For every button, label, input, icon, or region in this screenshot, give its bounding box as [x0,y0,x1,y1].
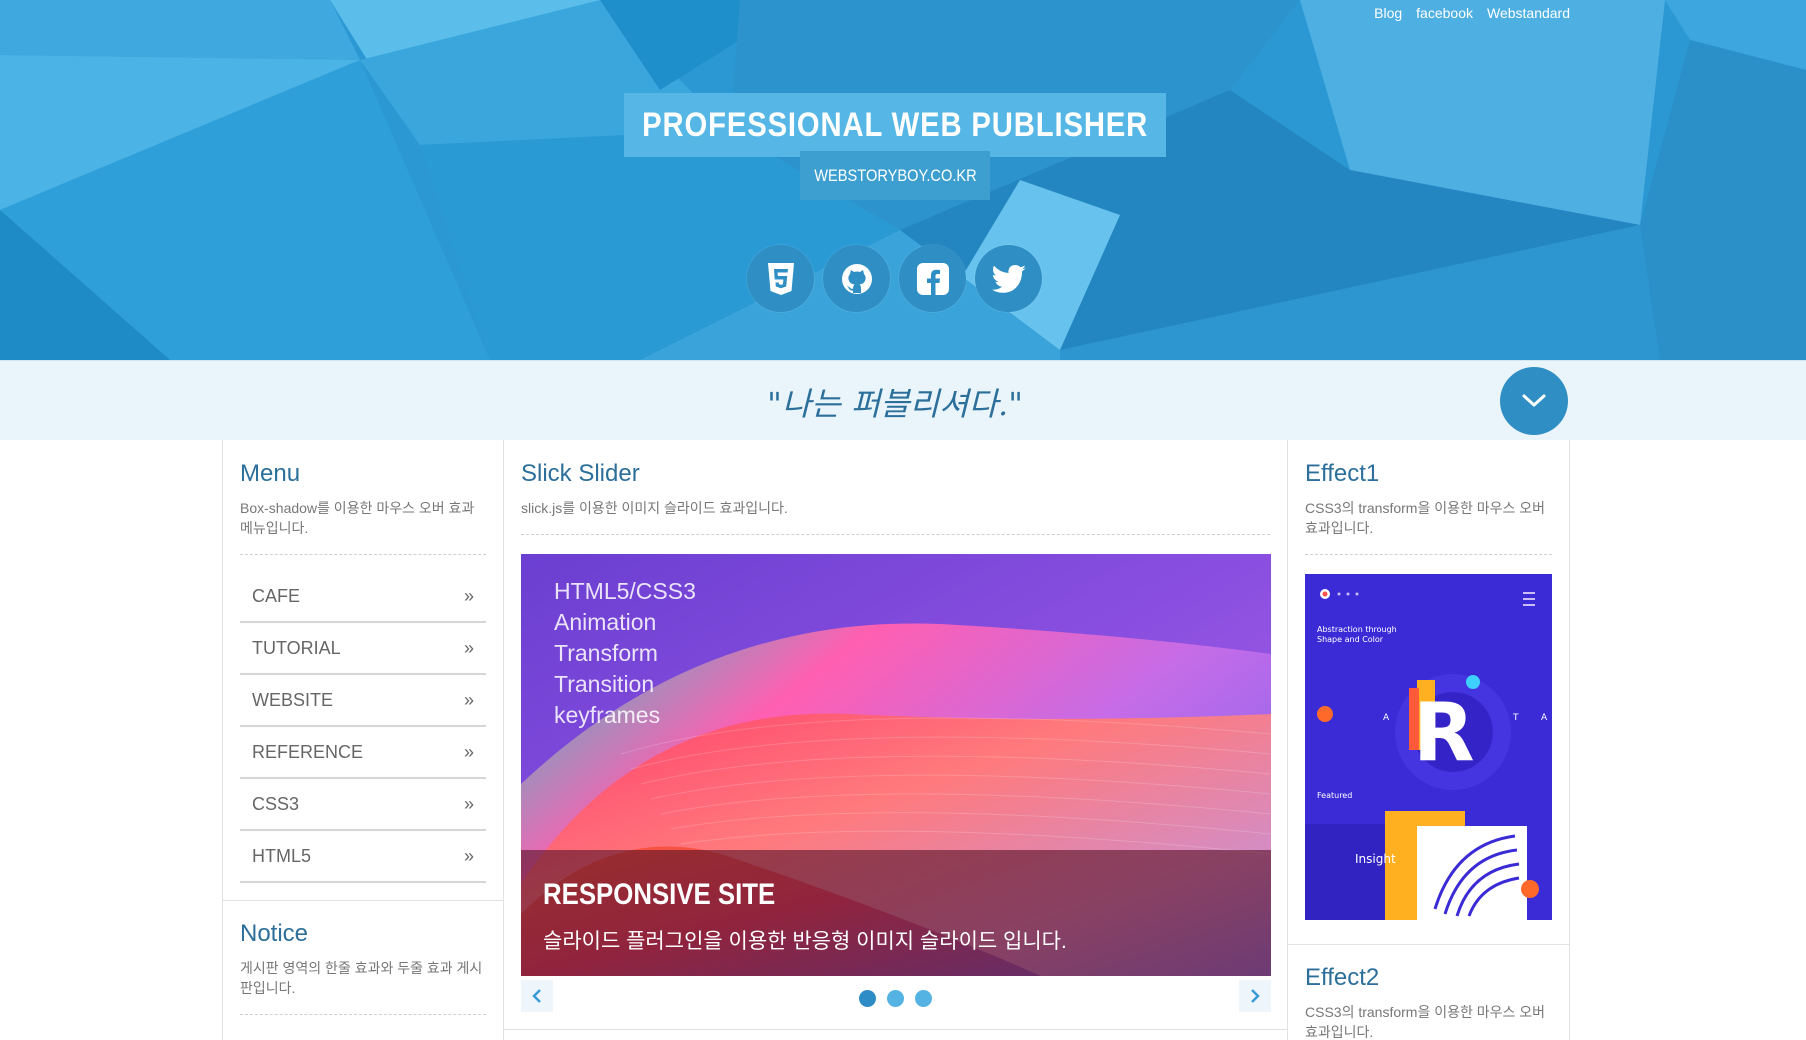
notice-title: Notice [240,920,309,947]
menu-item-label: WEBSITE [252,689,334,710]
menu-item-reference[interactable]: REFERENCE » [240,727,486,779]
menu-item-label: CAFE [252,585,301,606]
effect1-side-t: T [1512,713,1519,723]
section-divider [223,900,503,901]
slider-section: Slick Slider slick.js를 이용한 이미지 슬라이드 효과입니… [521,460,1270,535]
chevron-down-icon [1522,394,1546,407]
nav-link-webstandard[interactable]: Webstandard [1487,5,1570,21]
effect1-title: Effect1 [1305,460,1380,487]
slide-caption: RESPONSIVE SITE 슬라이드 플러그인을 이용한 반응형 이미지 슬… [521,850,1271,976]
double-chevron-right-icon: » [463,741,474,762]
double-chevron-right-icon: » [463,585,474,606]
menu-item-cafe[interactable]: CAFE » [240,571,486,623]
menu-title: Menu [240,460,301,487]
slider-description: slick.js를 이용한 이미지 슬라이드 효과입니다. [521,498,1270,535]
double-chevron-right-icon: » [463,793,474,814]
slide-caption-text: 슬라이드 플러그인을 이용한 반응형 이미지 슬라이드 입니다. [543,930,1067,953]
slide-line: HTML5/CSS3 [554,578,696,604]
effect1-section: Effect1 CSS3의 transform을 이용한 마우스 오버효과입니다… [1305,460,1552,555]
slider-next-button[interactable] [1239,980,1271,1012]
menu-item-website[interactable]: WEBSITE » [240,675,486,727]
section-divider [504,1029,1287,1030]
slider-dot-1[interactable] [859,990,876,1007]
github-icon[interactable] [823,245,890,312]
effect2-title: Effect2 [1305,964,1380,991]
slider-dot-3[interactable] [915,990,932,1007]
double-chevron-right-icon: » [463,637,474,658]
right-column: Effect1 CSS3의 transform을 이용한 마우스 오버효과입니다… [1287,440,1570,1040]
social-links [747,245,1042,312]
double-chevron-right-icon: » [463,689,474,710]
effect1-side-a-left: A [1383,713,1390,723]
slide-caption-title: RESPONSIVE SITE [543,878,776,911]
double-chevron-right-icon: » [463,845,474,866]
slider-dots [859,990,932,1007]
effect1-image[interactable]: Abstraction through Shape and Color Feat… [1305,574,1552,920]
menu-item-css3[interactable]: CSS3 » [240,779,486,831]
scroll-down-button[interactable] [1500,367,1568,435]
slide-line: Animation [554,609,657,635]
chevron-left-icon [532,989,541,1003]
effect1-letter: R [1413,686,1475,779]
left-column: Menu Box-shadow를 이용한 마우스 오버 효과 메뉴입니다. CA… [222,440,504,1040]
menu-item-html5[interactable]: HTML5 » [240,831,486,883]
menu-item-label: TUTORIAL [252,637,341,658]
effect1-artwork: Abstraction through Shape and Color Feat… [1305,574,1552,920]
notice-description: 게시판 영역의 한줄 효과와 두줄 효과 게시판입니다. [240,958,486,1015]
main-content: Menu Box-shadow를 이용한 마우스 오버 효과 메뉴입니다. CA… [222,440,1570,1040]
menu-description: Box-shadow를 이용한 마우스 오버 효과 메뉴입니다. [240,498,486,555]
menu-section: Menu Box-shadow를 이용한 마우스 오버 효과 메뉴입니다. CA… [240,460,486,883]
effect1-side-a-right: A [1541,713,1548,723]
chevron-right-icon [1251,989,1260,1003]
effect1-headline-1: Abstraction through [1317,625,1397,634]
site-header: Blog facebook Webstandard PROFESSIONAL W… [0,0,1806,360]
slide-line: keyframes [554,702,661,728]
nav-link-blog[interactable]: Blog [1374,5,1402,21]
effect1-featured: Featured [1317,791,1352,800]
site-subtitle: WEBSTORYBOY.CO.KR [813,165,977,185]
html5-icon[interactable] [747,245,814,312]
effect1-description: CSS3의 transform을 이용한 마우스 오버효과입니다. [1305,498,1552,555]
slider-title: Slick Slider [521,460,640,487]
menu-item-tutorial[interactable]: TUTORIAL » [240,623,486,675]
effect2-section: Effect2 CSS3의 transform을 이용한 마우스 오버효과입니다… [1305,964,1552,1040]
slide-overlay-text: HTML5/CSS3 Animation Transform Transitio… [554,576,696,731]
facebook-icon[interactable] [899,245,966,312]
top-nav: Blog facebook Webstandard [1374,5,1570,21]
menu-item-label: REFERENCE [252,741,364,762]
slide-line: Transition [554,671,655,697]
site-subtitle-box[interactable]: WEBSTORYBOY.CO.KR [800,151,990,200]
site-title: PROFESSIONAL WEB PUBLISHER [642,105,1148,144]
menu-item-label: HTML5 [252,845,312,866]
effect1-insight: Insight [1355,852,1396,866]
effect2-description: CSS3의 transform을 이용한 마우스 오버효과입니다. [1305,1002,1552,1040]
image-slider[interactable]: HTML5/CSS3 Animation Transform Transitio… [521,554,1271,976]
nav-link-facebook[interactable]: facebook [1416,5,1473,21]
menu-list: CAFE » TUTORIAL » WEBSITE » REFERENCE » CSS3… [240,571,486,883]
effect1-headline-2: Shape and Color [1317,635,1384,644]
site-title-box: PROFESSIONAL WEB PUBLISHER [624,93,1166,157]
quote-bar: "나는 퍼블리셔다." [0,360,1806,440]
slider-prev-button[interactable] [521,980,553,1012]
menu-item-label: CSS3 [252,793,300,814]
slider-dot-2[interactable] [887,990,904,1007]
twitter-icon[interactable] [975,245,1042,312]
notice-section: Notice 게시판 영역의 한줄 효과와 두줄 효과 게시판입니다. [240,920,486,1015]
middle-column: Slick Slider slick.js를 이용한 이미지 슬라이드 효과입니… [503,440,1288,1040]
section-divider [1288,944,1569,945]
slide-line: Transform [554,640,658,666]
